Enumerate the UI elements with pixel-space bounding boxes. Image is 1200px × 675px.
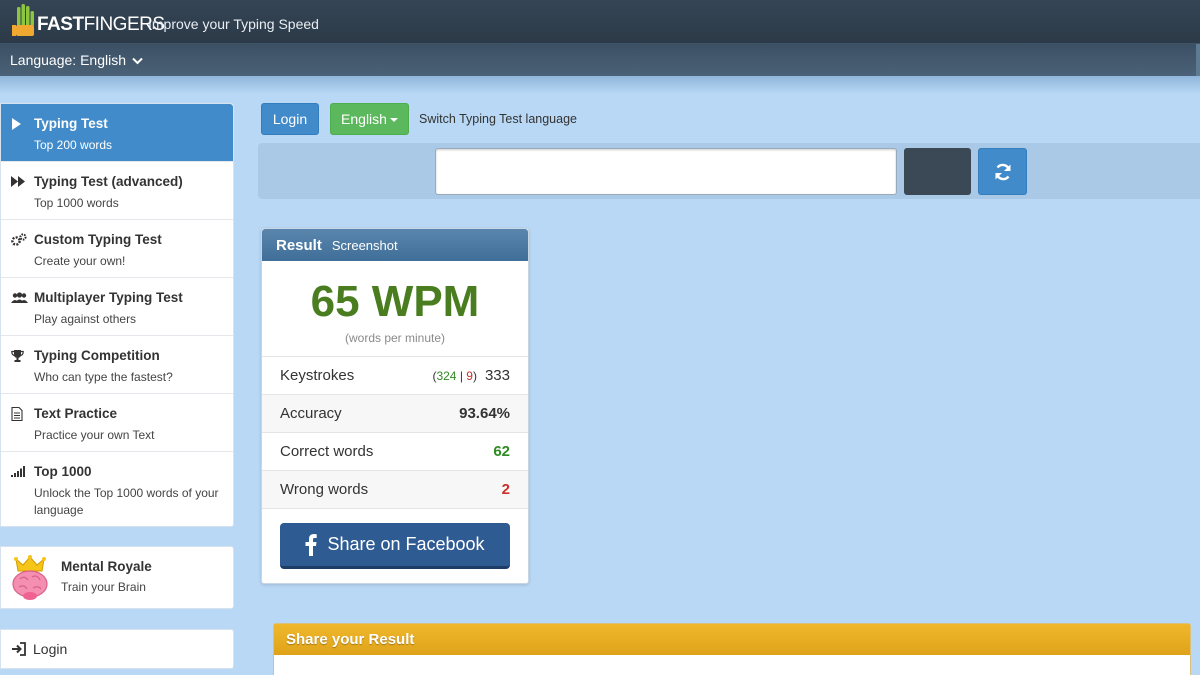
accuracy-label: Accuracy xyxy=(280,405,342,422)
sidebar-item-subtitle: Practice your own Text xyxy=(34,428,155,442)
share-result-title: Share your Result xyxy=(274,624,1190,655)
sidebar-item-text-practice[interactable]: Text Practice Practice your own Text xyxy=(1,394,233,452)
users-icon xyxy=(11,291,31,305)
sidebar-item-title: Typing Test xyxy=(34,116,108,131)
fast-forward-icon xyxy=(11,175,31,189)
reload-button[interactable] xyxy=(978,148,1027,195)
keystrokes-label: Keystrokes xyxy=(280,367,355,384)
wrong-words-row: Wrong words 2 xyxy=(262,471,528,509)
sidebar-item-subtitle: Create your own! xyxy=(34,254,126,268)
result-panel: Result Screenshot 65 WPM (words per minut… xyxy=(261,228,529,584)
sidebar-item-title: Top 1000 xyxy=(34,464,92,479)
language-button[interactable]: English xyxy=(330,103,409,135)
refresh-icon xyxy=(995,163,1010,180)
sidebar-item-title: Multiplayer Typing Test xyxy=(34,290,183,305)
scrollbar-edge xyxy=(1196,44,1200,76)
share-result-panel: Share your Result xyxy=(273,623,1191,675)
switch-language-label: Switch Typing Test language xyxy=(419,112,577,126)
logo-text-bold: FAST xyxy=(37,14,84,35)
sidebar-item-custom-typing-test[interactable]: Custom Typing Test Create your own! xyxy=(1,220,233,278)
accuracy-value: 93.64% xyxy=(459,405,510,422)
sidebar-item-multiplayer[interactable]: Multiplayer Typing Test Play against oth… xyxy=(1,278,233,336)
sidebar-item-subtitle: Top 1000 words xyxy=(34,196,119,210)
keystrokes-wrong: 9 xyxy=(466,369,473,383)
crowned-brain-icon xyxy=(12,555,48,600)
sidebar-item-title: Typing Test (advanced) xyxy=(34,174,183,189)
facebook-icon xyxy=(305,533,318,556)
sidebar-item-subtitle: Play against others xyxy=(34,312,137,326)
header-shadow xyxy=(0,76,1200,94)
keystrokes-correct: 324 xyxy=(436,369,457,383)
language-dropdown-label: Language: English xyxy=(10,52,126,68)
top-navbar: FASTFINGERS Improve your Typing Speed xyxy=(0,0,1200,44)
wpm-value: 65 WPM xyxy=(310,277,480,326)
sidebar-login-label: Login xyxy=(33,641,68,657)
sidebar-item-typing-test-advanced[interactable]: Typing Test (advanced) Top 1000 words xyxy=(1,162,233,220)
sidebar-item-subtitle: Top 200 words xyxy=(34,138,113,152)
timer-display xyxy=(904,148,971,195)
document-icon xyxy=(11,406,31,421)
gears-icon xyxy=(11,233,31,247)
accuracy-row: Accuracy 93.64% xyxy=(262,395,528,433)
keystrokes-close-paren: ) xyxy=(472,369,477,383)
sidebar-item-typing-test[interactable]: Typing Test Top 200 words xyxy=(1,104,233,162)
sidebar-item-title: Typing Competition xyxy=(34,348,160,363)
sidebar-item-subtitle: Unlock the Top 1000 words of your langua… xyxy=(34,486,219,517)
tagline: Improve your Typing Speed xyxy=(148,16,319,32)
sidebar-item-top-1000[interactable]: Top 1000 Unlock the Top 1000 words of yo… xyxy=(1,452,233,526)
signal-bars-icon xyxy=(11,465,31,479)
sidebar-item-subtitle: Who can type the fastest? xyxy=(34,370,173,384)
hand-logo-icon xyxy=(12,4,34,36)
correct-words-label: Correct words xyxy=(280,443,374,460)
screenshot-link[interactable]: Screenshot xyxy=(332,238,398,253)
sidebar: Typing Test Top 200 words Typing Test (a… xyxy=(0,103,234,527)
trophy-icon xyxy=(11,349,31,363)
result-title: Result xyxy=(276,237,322,254)
sidebar-login[interactable]: Login xyxy=(0,629,234,669)
chevron-down-icon xyxy=(132,58,143,65)
promo-title: Mental Royale xyxy=(61,559,152,574)
sidebar-item-title: Custom Typing Test xyxy=(34,232,162,247)
login-button[interactable]: Login xyxy=(261,103,319,135)
share-facebook-button[interactable]: Share on Facebook xyxy=(280,523,510,569)
language-dropdown[interactable]: Language: English xyxy=(10,52,143,68)
language-button-label: English xyxy=(341,111,387,127)
sign-in-icon xyxy=(12,642,26,656)
caret-down-icon xyxy=(389,118,398,123)
wrong-words-value: 2 xyxy=(501,481,510,498)
share-facebook-label: Share on Facebook xyxy=(327,534,485,554)
promo-subtitle: Train your Brain xyxy=(61,580,146,594)
result-header: Result Screenshot xyxy=(262,229,528,261)
sidebar-item-title: Text Practice xyxy=(34,406,118,421)
keystrokes-separator: | xyxy=(459,369,463,383)
play-icon xyxy=(11,117,31,131)
keystrokes-row: Keystrokes (324 | 9) 333 xyxy=(262,357,528,395)
wpm-caption: (words per minute) xyxy=(344,331,446,345)
wpm-block: 65 WPM (words per minute) xyxy=(262,261,528,357)
sidebar-menu: Typing Test Top 200 words Typing Test (a… xyxy=(0,103,234,527)
site-logo[interactable]: FASTFINGERS xyxy=(10,3,165,39)
keystrokes-total: 333 xyxy=(484,367,510,384)
language-bar xyxy=(0,44,1200,76)
sidebar-item-typing-competition[interactable]: Typing Competition Who can type the fast… xyxy=(1,336,233,394)
wrong-words-label: Wrong words xyxy=(280,481,369,498)
mental-royale-promo[interactable]: Mental Royale Train your Brain xyxy=(0,546,234,609)
typing-input[interactable] xyxy=(435,148,897,195)
correct-words-value: 62 xyxy=(493,443,510,460)
correct-words-row: Correct words 62 xyxy=(262,433,528,471)
